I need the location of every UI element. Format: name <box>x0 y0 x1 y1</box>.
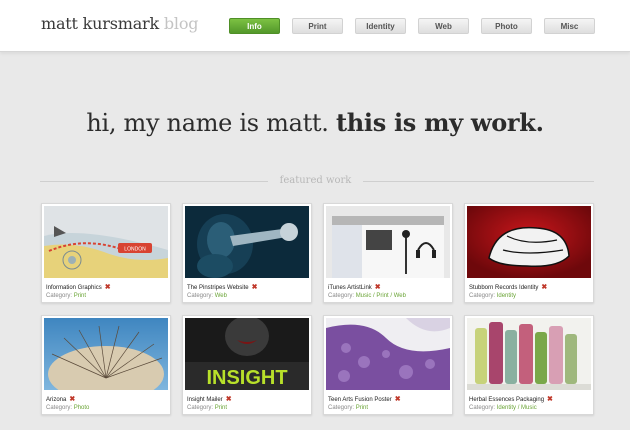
card-title-text: Arizona <box>46 397 67 403</box>
thumbnail-pinstripes <box>185 206 309 278</box>
site-logo[interactable]: matt kursmark blog <box>41 14 199 33</box>
card-title[interactable]: Arizona ✖ <box>46 395 75 403</box>
divider-left <box>40 181 268 182</box>
nav-web-button[interactable]: Web <box>418 18 469 34</box>
card-title-text: The Pinstripes Website <box>187 285 249 291</box>
card-category: Category: Identity / Music <box>469 405 537 411</box>
card-title-text: Herbal Essences Packaging <box>469 397 545 403</box>
category-link[interactable]: Identity <box>497 293 516 299</box>
work-card-teen-arts-fusion[interactable]: Teen Arts Fusion Poster ✖ Category: Print <box>323 315 453 415</box>
nav-print-button[interactable]: Print <box>292 18 343 34</box>
close-icon[interactable]: ✖ <box>547 396 553 403</box>
card-category: Category: Print <box>187 405 227 411</box>
card-title[interactable]: Herbal Essences Packaging ✖ <box>469 395 553 403</box>
category-label: Category: <box>46 293 73 299</box>
card-title[interactable]: Insight Mailer ✖ <box>187 395 232 403</box>
infographic-label: LONDON <box>124 247 146 253</box>
card-title-text: Stubborn Records Identity <box>469 285 539 291</box>
card-title[interactable]: iTunes ArtistLink ✖ <box>328 283 381 291</box>
card-title-text: iTunes ArtistLink <box>328 285 372 291</box>
work-card-information-graphics[interactable]: LONDON Information Graphics ✖ Category: P… <box>41 203 171 303</box>
nav-photo-button[interactable]: Photo <box>481 18 532 34</box>
work-card-stubborn-records[interactable]: Stubborn Records Identity ✖ Category: Ide… <box>464 203 594 303</box>
insight-word: INSIGHT <box>206 367 287 389</box>
logo-name: matt kursmark <box>41 14 159 33</box>
thumbnail-teen-arts <box>326 318 450 390</box>
category-label: Category: <box>328 405 355 411</box>
site-header: matt kursmark blog Info Print Identity W… <box>0 0 630 52</box>
card-title[interactable]: Teen Arts Fusion Poster ✖ <box>328 395 401 403</box>
category-link[interactable]: Print <box>215 405 227 411</box>
nav-identity-button[interactable]: Identity <box>355 18 406 34</box>
category-label: Category: <box>187 293 214 299</box>
category-label: Category: <box>328 293 355 299</box>
card-category: Category: Music / Print / Web <box>328 293 406 299</box>
hero-emphasis: this is my work. <box>335 108 544 137</box>
card-title[interactable]: Stubborn Records Identity ✖ <box>469 283 547 291</box>
card-category: Category: Identity <box>469 293 516 299</box>
close-icon[interactable]: ✖ <box>375 284 381 291</box>
category-link[interactable]: Music / Print / Web <box>356 293 406 299</box>
card-category: Category: Print <box>46 293 86 299</box>
category-label: Category: <box>46 405 73 411</box>
thumbnail-insight: INSIGHT <box>185 318 309 390</box>
category-link[interactable]: Photo <box>74 405 90 411</box>
work-card-pinstripes-website[interactable]: The Pinstripes Website ✖ Category: Web <box>182 203 312 303</box>
card-title-text: Information Graphics <box>46 285 102 291</box>
category-label: Category: <box>469 293 496 299</box>
category-link[interactable]: Print <box>356 405 368 411</box>
card-category: Category: Print <box>328 405 368 411</box>
category-link[interactable]: Identity / Music <box>497 405 537 411</box>
category-label: Category: <box>187 405 214 411</box>
thumbnail-arizona <box>44 318 168 390</box>
card-title[interactable]: Information Graphics ✖ <box>46 283 111 291</box>
category-link[interactable]: Web <box>215 293 227 299</box>
work-card-herbal-essences[interactable]: Herbal Essences Packaging ✖ Category: Ide… <box>464 315 594 415</box>
card-title-text: Teen Arts Fusion Poster <box>328 397 392 403</box>
nav-misc-button[interactable]: Misc <box>544 18 595 34</box>
close-icon[interactable]: ✖ <box>105 284 111 291</box>
hero-intro: hi, my name is matt. <box>86 109 329 137</box>
close-icon[interactable]: ✖ <box>226 396 232 403</box>
close-icon[interactable]: ✖ <box>395 396 401 403</box>
thumbnail-itunes <box>326 206 450 278</box>
section-title: featured work <box>279 175 352 186</box>
work-card-insight-mailer[interactable]: INSIGHT Insight Mailer ✖ Category: Print <box>182 315 312 415</box>
card-title-text: Insight Mailer <box>187 397 223 403</box>
category-label: Category: <box>469 405 496 411</box>
close-icon[interactable]: ✖ <box>252 284 258 291</box>
nav-info-button[interactable]: Info <box>229 18 280 34</box>
thumbnail-stubborn-records <box>467 206 591 278</box>
thumbnail-herbal-essences <box>467 318 591 390</box>
thumbnail-information-graphics: LONDON <box>44 206 168 278</box>
close-icon[interactable]: ✖ <box>69 396 75 403</box>
work-card-itunes-artistlink[interactable]: iTunes ArtistLink ✖ Category: Music / Pri… <box>323 203 453 303</box>
divider-right <box>363 181 594 182</box>
category-link[interactable]: Print <box>74 293 86 299</box>
work-card-arizona[interactable]: Arizona ✖ Category: Photo <box>41 315 171 415</box>
card-category: Category: Photo <box>46 405 89 411</box>
card-title[interactable]: The Pinstripes Website ✖ <box>187 283 257 291</box>
close-icon[interactable]: ✖ <box>541 284 547 291</box>
logo-sub: blog <box>163 14 199 33</box>
hero-heading: hi, my name is matt. this is my work. <box>0 108 630 137</box>
card-category: Category: Web <box>187 293 227 299</box>
